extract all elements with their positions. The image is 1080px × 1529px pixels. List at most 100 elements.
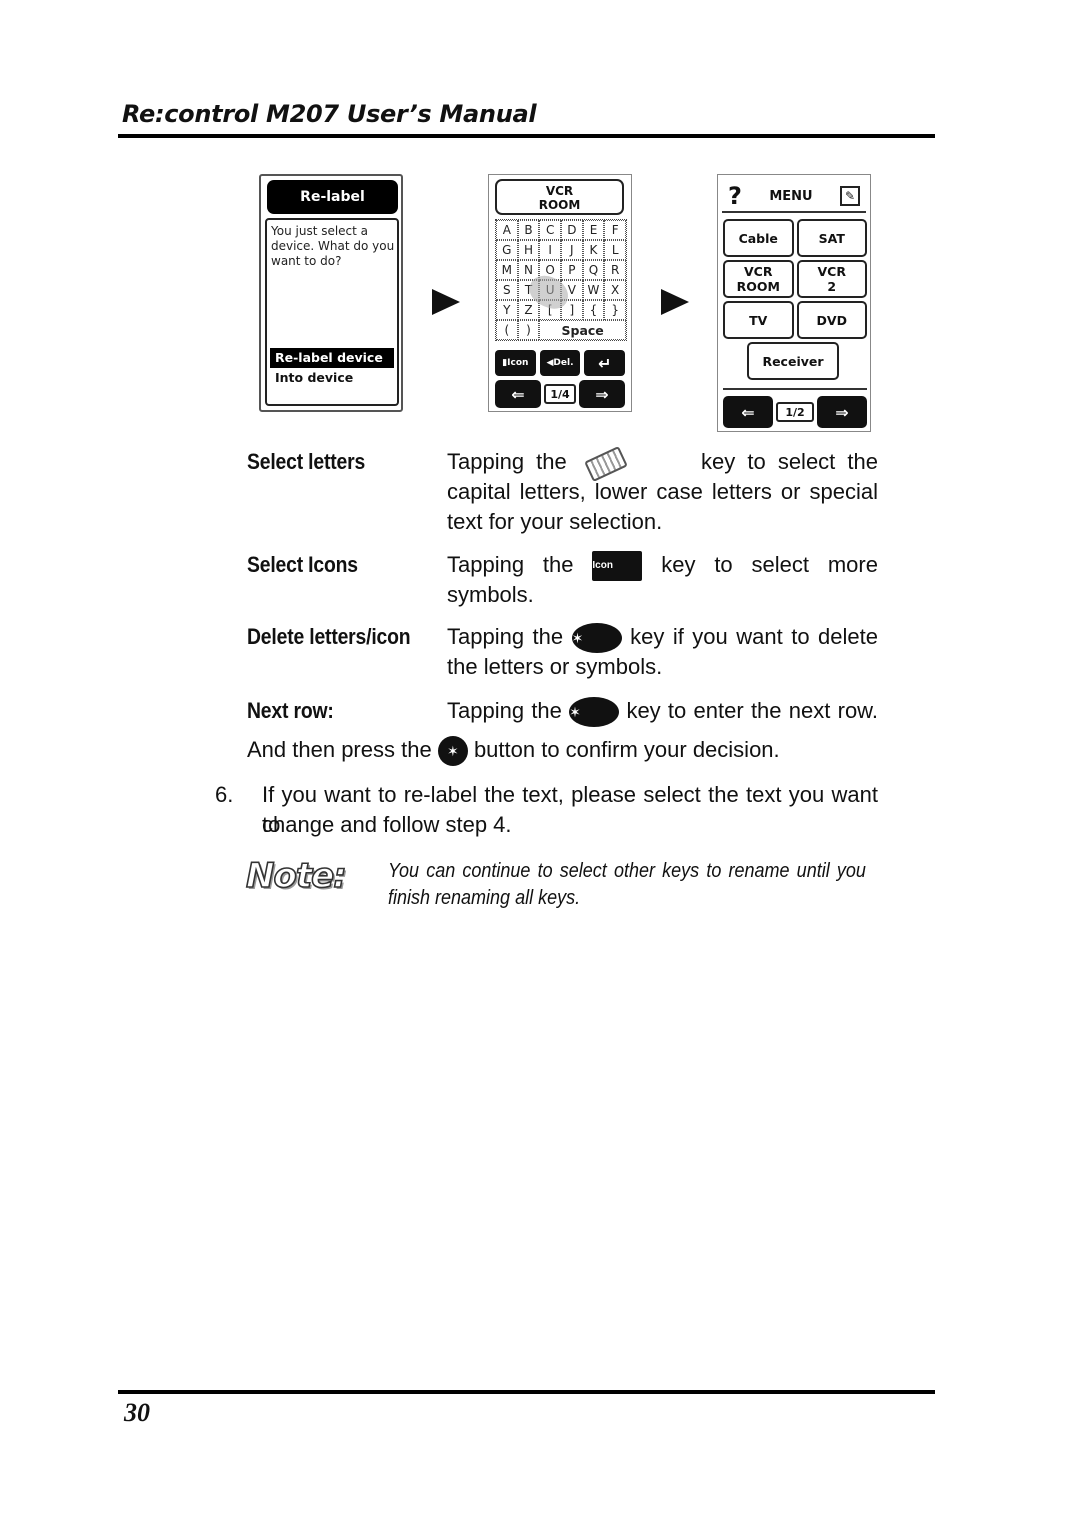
device-label-line2: ROOM — [736, 279, 780, 294]
header-rule — [118, 134, 935, 138]
letter-key: R — [604, 260, 626, 280]
prev-page-icon: ⇐ — [495, 380, 541, 408]
relabel-screen-figure: Re-label You just select a device. What … — [259, 174, 403, 412]
select-icons-label: Select Icons — [247, 552, 358, 577]
letter-key: Y — [496, 300, 518, 320]
keyboard-action-row: ▮ Icon ◀ Del. ↵ — [495, 350, 626, 376]
letter-key: L — [604, 240, 626, 260]
letter-key: P — [560, 260, 583, 280]
page-indicator: 1/4 — [544, 384, 576, 404]
device-button-vcr-room: VCR ROOM — [723, 260, 794, 298]
device-button-cable: Cable — [723, 219, 794, 257]
select-letters-description: Tapping the key to select the — [447, 449, 878, 475]
keyboard-title-line1: VCR — [545, 184, 574, 198]
icon-key-icon: Icon — [592, 551, 643, 582]
edit-icon: ✎ — [840, 186, 860, 206]
letter-key: J — [560, 240, 583, 260]
letter-key: W — [582, 280, 605, 300]
space-key: Space — [539, 320, 626, 340]
arrow-right-icon — [661, 289, 689, 315]
relabel-title: Re-label — [267, 180, 398, 214]
ok-button-icon: ✶ — [437, 736, 468, 767]
remote-keypad-icon — [579, 451, 629, 475]
select-icons-description: Tapping the Icon key to select more — [447, 550, 878, 582]
note-text: You can continue to select other keys to… — [388, 860, 866, 909]
letter-key: E — [582, 220, 605, 240]
device-label-line2: 2 — [827, 279, 837, 294]
device-label: Cable — [738, 230, 778, 246]
keyboard-screen-figure: VCR ROOM A B C D E F G H I J K L M N O P… — [488, 174, 632, 412]
next-page-icon: ⇒ — [817, 396, 867, 428]
menu-label: MENU — [769, 188, 813, 204]
menu-page-nav: ⇐ 1/2 ⇒ — [723, 388, 867, 430]
letter-key: X — [604, 280, 626, 300]
select-letters-line2: capital letters, lower case letters or s… — [447, 479, 878, 504]
into-device-option: Into device — [275, 370, 354, 385]
letter-key: G — [496, 240, 518, 260]
letter-key: C — [539, 220, 561, 240]
icon-key-label: Icon — [507, 358, 529, 368]
device-button-receiver: Receiver — [747, 342, 839, 380]
menu-screen-figure: ? MENU ✎ Cable SAT VCR ROOM VCR 2 TV DVD R… — [717, 174, 871, 432]
delete-key-icon: ✶ — [571, 623, 622, 654]
page-indicator: 1/2 — [776, 402, 814, 422]
delete-key-label: Del. — [553, 358, 574, 368]
select-letters-label: Select letters — [247, 449, 366, 474]
text-after: key to enter the next row. — [626, 698, 878, 723]
help-icon: ? — [728, 182, 742, 210]
letter-key: Z — [517, 300, 540, 320]
footer-rule — [118, 1390, 935, 1394]
letter-key: K — [582, 240, 605, 260]
delete-letters-description: Tapping the ✶ key if you want to delete — [447, 622, 878, 654]
letter-key: } — [604, 300, 626, 320]
arrow-right-icon — [432, 289, 460, 315]
device-label: VCR — [744, 264, 773, 279]
relabel-body: You just select a device. What do you wa… — [265, 218, 399, 406]
letter-key: F — [604, 220, 626, 240]
select-letters-line3: text for your selection. — [447, 509, 663, 534]
keyboard-title: VCR ROOM — [495, 179, 624, 215]
relabel-message: You just select a device. What do you wa… — [271, 224, 395, 268]
device-button-vcr-2: VCR 2 — [796, 260, 867, 298]
device-label: DVD — [816, 312, 847, 328]
delete-key: ◀ Del. — [539, 350, 581, 376]
confirm-line: And then press the ✶ button to confirm y… — [247, 735, 780, 767]
step6-line2: change and follow step 4. — [262, 812, 512, 837]
next-row-description: Tapping the ✶ key to enter the next row. — [447, 696, 878, 728]
manual-title: Re:control M207 User’s Manual — [122, 100, 537, 128]
letter-grid: A B C D E F G H I J K L M N O P Q R S T … — [495, 219, 627, 341]
menu-bar: ? MENU ✎ — [722, 181, 866, 213]
delete-letters-label: Delete letters/icon — [247, 624, 411, 649]
device-buttons: Cable SAT VCR ROOM VCR 2 TV DVD Receiver — [723, 219, 867, 380]
device-label: Receiver — [762, 353, 824, 369]
text-before: Tapping the — [447, 698, 562, 723]
text-before: Tapping the — [447, 449, 567, 474]
text-before: Tapping the — [447, 624, 564, 649]
letter-key: ( — [496, 320, 518, 340]
keyboard-title-line2: ROOM — [538, 198, 581, 212]
letter-key: B — [517, 220, 540, 240]
letter-key: Q — [582, 260, 605, 280]
step-number: 6. — [215, 782, 234, 807]
text-before: And then press the — [247, 737, 432, 762]
letter-key: M — [496, 260, 518, 280]
enter-icon: ↵ — [597, 353, 612, 373]
next-row-label: Next row: — [247, 698, 334, 723]
device-button-tv: TV — [723, 301, 794, 339]
delete-letters-line2: the letters or symbols. — [447, 654, 663, 679]
device-button-dvd: DVD — [796, 301, 867, 339]
next-page-icon: ⇒ — [579, 380, 625, 408]
device-button-sat: SAT — [796, 219, 867, 257]
note-logo: Note: — [245, 855, 347, 897]
select-icons-line2: symbols. — [447, 582, 534, 607]
prev-page-icon: ⇐ — [723, 396, 773, 428]
page-number: 30 — [124, 1398, 150, 1427]
relabel-device-option: Re-label device — [270, 348, 394, 368]
letter-key: { — [582, 300, 605, 320]
letter-key: I — [539, 240, 561, 260]
keyboard-page-nav: ⇐ 1/4 ⇒ — [495, 380, 625, 408]
enter-key-icon: ✶ — [569, 697, 620, 728]
delete-arrow-icon: ◀ — [546, 358, 554, 368]
device-label: TV — [749, 312, 768, 328]
icon-key: ▮ Icon — [495, 350, 536, 376]
